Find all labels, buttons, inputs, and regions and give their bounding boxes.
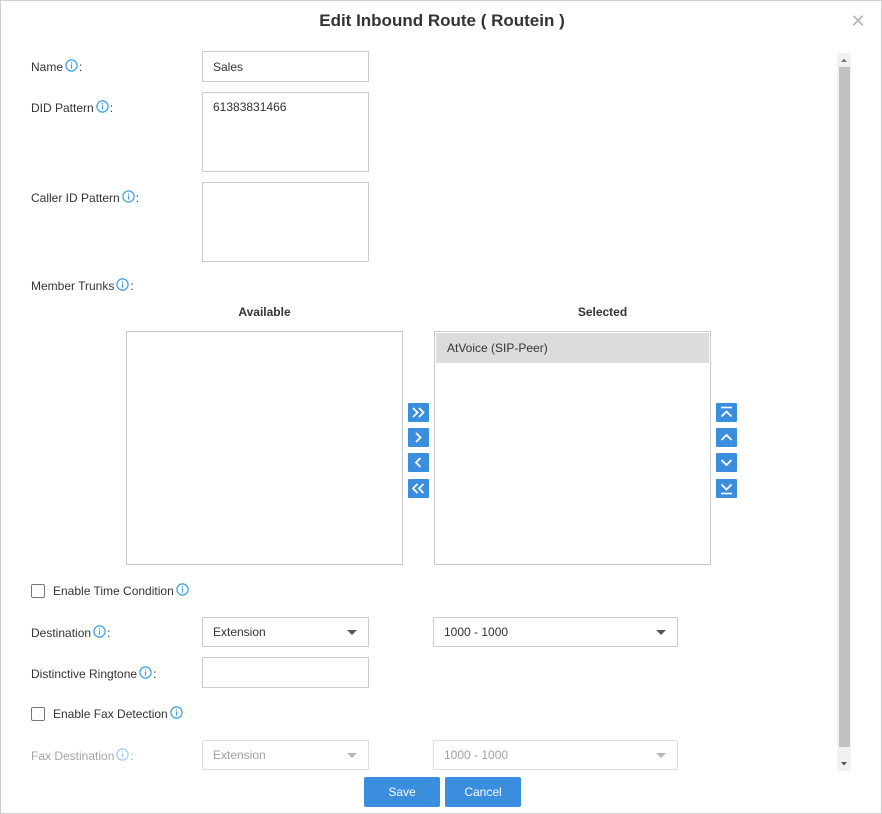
scroll-up-arrow-icon[interactable]	[837, 53, 851, 67]
destination-target-select[interactable]: 1000 - 1000	[433, 617, 678, 647]
available-trunks-list[interactable]	[126, 331, 403, 565]
enable-time-condition-label: Enable Time Condition	[53, 584, 174, 598]
info-icon[interactable]	[65, 58, 78, 72]
close-icon[interactable]: ✕	[850, 12, 866, 30]
info-icon	[116, 747, 130, 761]
did-pattern-textarea[interactable]: 61383831466	[202, 92, 369, 172]
available-heading: Available	[238, 305, 291, 319]
enable-fax-detection-checkbox[interactable]	[31, 707, 45, 721]
scrollbar-thumb[interactable]	[839, 67, 850, 747]
did-pattern-label: DID Pattern :	[31, 99, 114, 115]
remove-icon[interactable]	[408, 453, 429, 472]
remove-all-icon[interactable]	[408, 479, 429, 498]
list-item[interactable]: AtVoice (SIP-Peer)	[436, 333, 709, 363]
add-all-icon[interactable]	[408, 403, 429, 422]
info-icon[interactable]	[176, 582, 189, 596]
selected-heading: Selected	[577, 305, 628, 319]
info-icon[interactable]	[93, 624, 106, 638]
info-icon[interactable]	[122, 189, 135, 203]
caller-id-pattern-label: Caller ID Pattern :	[31, 189, 140, 205]
caller-id-pattern-textarea[interactable]	[202, 182, 369, 262]
member-trunks-label: Member Trunks :	[31, 277, 134, 293]
enable-fax-detection-row: Enable Fax Detection	[31, 705, 184, 721]
enable-fax-detection-label: Enable Fax Detection	[53, 707, 168, 721]
cancel-button[interactable]: Cancel	[445, 777, 521, 807]
vertical-scrollbar[interactable]	[837, 53, 851, 771]
caret-down-icon	[656, 630, 666, 635]
name-input[interactable]	[202, 51, 369, 82]
fax-destination-label: Fax Destination :	[31, 747, 134, 763]
selected-trunks-list[interactable]: AtVoice (SIP-Peer)	[434, 331, 711, 565]
move-down-icon[interactable]	[716, 453, 737, 472]
move-bottom-icon[interactable]	[716, 479, 737, 498]
enable-time-condition-row: Enable Time Condition	[31, 582, 190, 598]
scroll-down-arrow-icon[interactable]	[837, 757, 851, 771]
fax-destination-target-select: 1000 - 1000	[433, 740, 678, 770]
caret-down-icon	[347, 753, 357, 758]
destination-label: Destination :	[31, 624, 111, 640]
info-icon[interactable]	[96, 99, 109, 113]
fax-destination-type-select: Extension	[202, 740, 369, 770]
destination-type-select[interactable]: Extension	[202, 617, 369, 647]
add-icon[interactable]	[408, 428, 429, 447]
name-label: Name :	[31, 58, 83, 74]
caret-down-icon	[347, 630, 357, 635]
caret-down-icon	[656, 753, 666, 758]
info-icon[interactable]	[116, 277, 130, 291]
distinctive-ringtone-input[interactable]	[202, 657, 369, 688]
info-icon[interactable]	[170, 705, 183, 719]
move-top-icon[interactable]	[716, 403, 737, 422]
dialog-title: Edit Inbound Route ( Routein )	[319, 11, 565, 30]
enable-time-condition-checkbox[interactable]	[31, 584, 45, 598]
distinctive-ringtone-label: Distinctive Ringtone :	[31, 665, 157, 681]
save-button[interactable]: Save	[364, 777, 440, 807]
info-icon[interactable]	[139, 665, 152, 679]
edit-inbound-route-dialog: Edit Inbound Route ( Routein ) ✕ Name : …	[0, 0, 882, 814]
move-up-icon[interactable]	[716, 428, 737, 447]
